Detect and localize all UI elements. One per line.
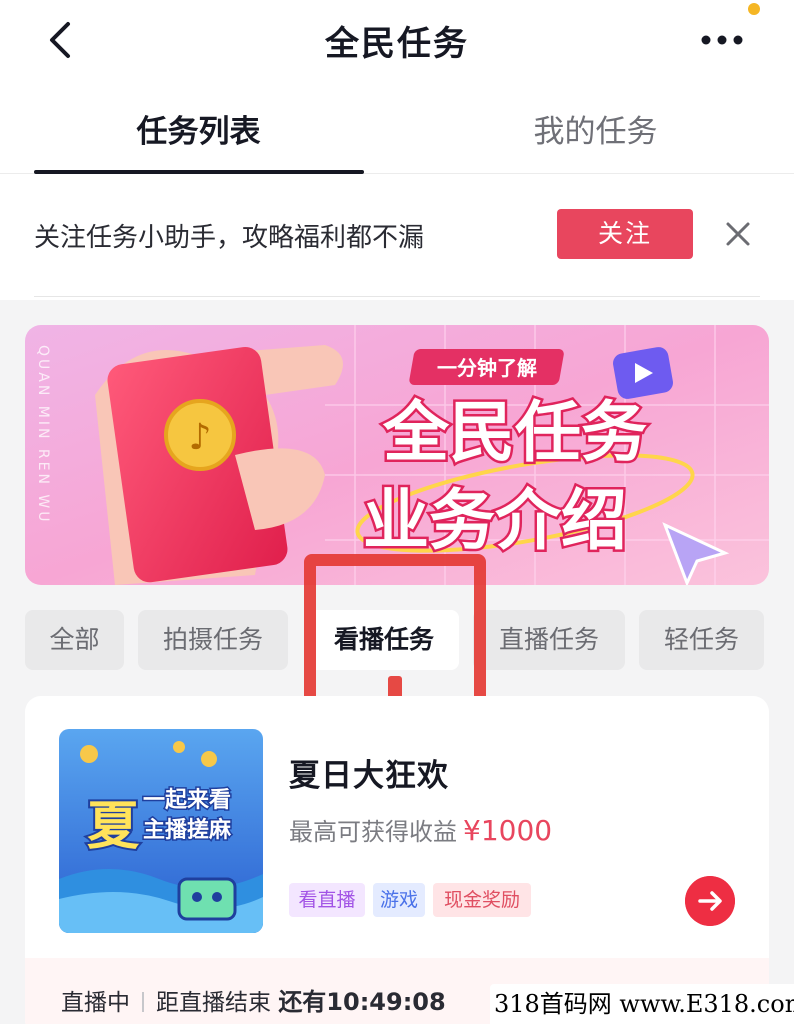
notification-dot (748, 3, 760, 15)
header-area: 全民任务 任务列表 我的任务 关注任务小助手，攻略福利都不漏 关注 (0, 0, 794, 300)
thumb-line1: 一起来看 (143, 788, 231, 813)
filter-light-task[interactable]: 轻任务 (639, 610, 764, 670)
tab-bar: 任务列表 我的任务 (0, 92, 794, 174)
live-status-text: 直播中 距直播结束 还有10:49:08 (61, 982, 446, 1017)
nav-bar: 全民任务 (0, 0, 794, 84)
filter-all[interactable]: 全部 (25, 610, 124, 670)
more-dots-icon[interactable] (696, 20, 748, 60)
task-page: 全民任务 任务列表 我的任务 关注任务小助手，攻略福利都不漏 关注 ♪ QUAN… (0, 0, 794, 1024)
filter-live-streaming[interactable]: 直播任务 (473, 610, 625, 670)
follow-bar: 关注任务小助手，攻略福利都不漏 关注 (0, 176, 794, 298)
task-reward: 最高可获得收益 ¥1000 (289, 812, 552, 847)
active-tab-indicator (34, 170, 364, 174)
tab-my-tasks[interactable]: 我的任务 (397, 106, 794, 151)
tag-cash-reward: 现金奖励 (433, 883, 531, 917)
task-thumbnail: 夏 一起来看 主播搓麻 (59, 729, 263, 933)
banner-line2: 业务介绍 (363, 482, 627, 559)
banner-line1: 全民任务 (382, 394, 647, 471)
thumb-line2: 主播搓麻 (143, 817, 232, 843)
thumb-big-char: 夏 (87, 797, 140, 857)
arrow-right-icon[interactable] (685, 876, 735, 926)
watermark: 318首码网 www.E318.com (490, 984, 794, 1024)
banner-side-text: QUAN MIN REN WU (35, 345, 51, 524)
banner-badge: 一分钟了解 (437, 356, 537, 380)
follow-button[interactable]: 关注 (557, 209, 693, 259)
tag-game: 游戏 (373, 883, 425, 917)
svg-text:♪: ♪ (189, 417, 212, 458)
divider (34, 296, 760, 297)
banner-art: ♪ QUAN MIN REN WU 一分钟了解 全民任务 业务介绍 (25, 325, 769, 585)
live-status: 直播中 (61, 990, 130, 1016)
filter-shooting[interactable]: 拍摄任务 (138, 610, 288, 670)
reward-label: 最高可获得收益 (289, 818, 457, 846)
task-title: 夏日大狂欢 (289, 758, 449, 794)
tag-watch-live: 看直播 (289, 883, 365, 917)
countdown-label: 距直播结束 (156, 990, 271, 1016)
task-card[interactable]: 夏 一起来看 主播搓麻 夏日大狂欢 最高可获得收益 ¥1000 看直播 游戏 现金… (25, 696, 769, 1024)
countdown-value: 还有10:49:08 (278, 988, 446, 1016)
status-divider (142, 992, 144, 1012)
promo-banner[interactable]: ♪ QUAN MIN REN WU 一分钟了解 全民任务 业务介绍 (25, 325, 769, 585)
page-title: 全民任务 (325, 24, 469, 64)
follow-text: 关注任务小助手，攻略福利都不漏 (34, 223, 425, 253)
close-icon[interactable] (722, 218, 754, 250)
reward-amount: ¥1000 (463, 814, 553, 847)
tab-task-list[interactable]: 任务列表 (0, 106, 397, 151)
